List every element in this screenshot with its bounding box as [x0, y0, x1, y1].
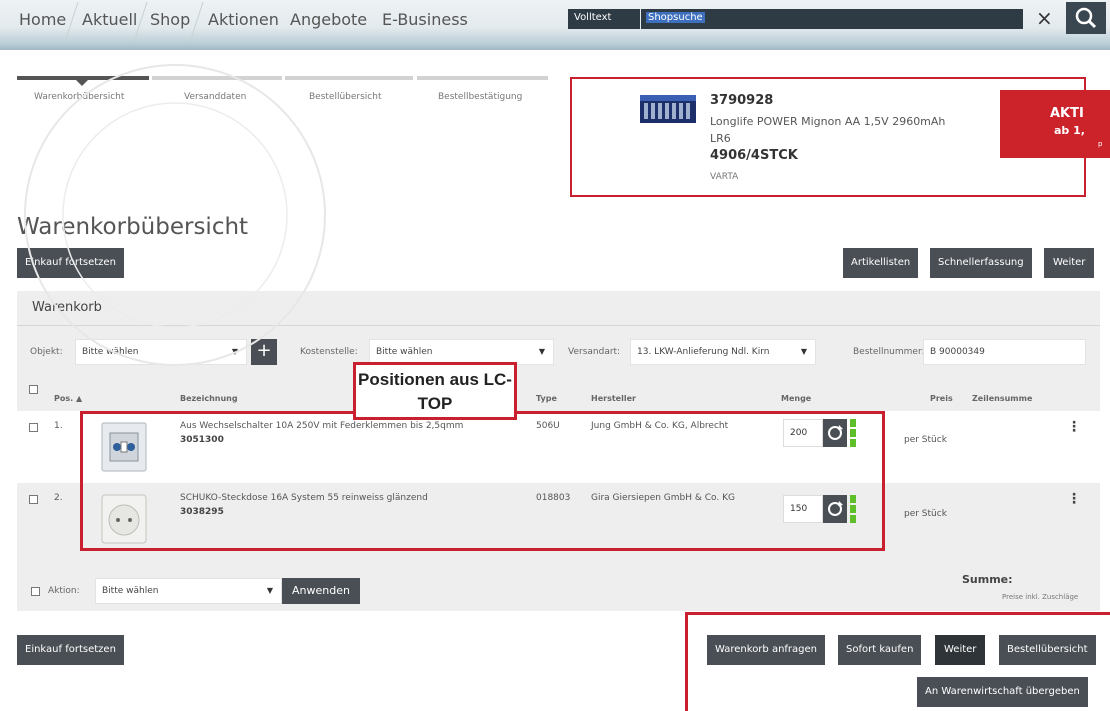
promo-article-number: 3790928: [710, 93, 774, 108]
next-button[interactable]: Weiter: [1044, 248, 1095, 278]
step-bar: [152, 76, 282, 80]
sum-note: Preise inkl. Zuschläge: [1002, 593, 1079, 601]
search-input-value: Shopsuche: [646, 12, 705, 23]
nav-item-home[interactable]: Home: [19, 10, 66, 29]
chevron-down-icon: ▼: [538, 347, 545, 356]
action-label: Aktion:: [48, 586, 80, 596]
quick-entry-button[interactable]: Schnellerfassung: [930, 248, 1032, 278]
column-header-type[interactable]: Type: [536, 394, 557, 403]
search-mode-select[interactable]: Volltext: [568, 9, 640, 29]
row-pos: 1.: [54, 421, 63, 431]
action-select-value: Bitte wählen: [102, 586, 159, 596]
object-select-value: Bitte wählen: [82, 347, 139, 357]
article-lists-button[interactable]: Artikellisten: [843, 248, 919, 278]
annotation-callout: Positionen aus LC-TOP: [353, 362, 517, 420]
column-header-maker[interactable]: Hersteller: [591, 394, 636, 403]
annotation-highlight-rows: [80, 411, 885, 551]
search-button[interactable]: [1066, 2, 1106, 34]
step-indicator-caret: [76, 80, 88, 86]
close-icon[interactable]: ×: [1036, 6, 1053, 30]
column-header-price[interactable]: Preis: [930, 394, 953, 403]
nav-item-aktuell[interactable]: Aktuell: [82, 10, 137, 29]
step-warenkorbuebersicht[interactable]: Warenkorbübersicht: [34, 92, 124, 102]
row-checkbox[interactable]: [29, 495, 38, 504]
continue-shopping-button[interactable]: Einkauf fortsetzen: [17, 248, 124, 278]
row-checkbox[interactable]: [29, 423, 38, 432]
battery-pack-image: [640, 95, 696, 123]
row-unit: per Stück: [904, 509, 947, 519]
plus-icon: +: [256, 340, 272, 361]
order-number-value: B 90000349: [930, 347, 985, 357]
nav-item-shop[interactable]: Shop: [150, 10, 190, 29]
sum-label: Summe:: [962, 573, 1013, 586]
row-unit: per Stück: [904, 435, 947, 445]
cost-center-select-value: Bitte wählen: [376, 347, 433, 357]
order-number-input[interactable]: B 90000349: [923, 339, 1086, 365]
promo-code: 4906/4STCK: [710, 148, 798, 163]
nav-item-aktionen[interactable]: Aktionen: [208, 10, 279, 29]
search-input[interactable]: Shopsuche: [641, 9, 1023, 29]
annotation-highlight-buttons: [685, 612, 1110, 711]
action-checkbox[interactable]: [31, 587, 40, 596]
step-bestellbestaetigung[interactable]: Bestellbestätigung: [438, 92, 522, 102]
promo-brand: VARTA: [710, 172, 739, 182]
chevron-down-icon: ▼: [231, 347, 238, 356]
add-object-button[interactable]: +: [251, 339, 277, 365]
column-header-name[interactable]: Bezeichnung: [180, 394, 238, 403]
nav-item-e-business[interactable]: E-Business: [382, 10, 468, 29]
select-all-checkbox[interactable]: [29, 385, 38, 394]
order-number-label: Bestellnummer:: [853, 347, 925, 357]
nav-separator: [64, 2, 79, 42]
row-pos: 2.: [54, 493, 63, 503]
step-bar: [285, 76, 413, 80]
promo-badge-sub: ab 1,: [1054, 124, 1085, 137]
chevron-down-icon: ▼: [800, 347, 807, 356]
step-bestelluebersicht[interactable]: Bestellübersicht: [309, 92, 382, 102]
column-header-line-sum[interactable]: Zeilensumme: [972, 394, 1032, 403]
promo-badge[interactable]: AKTI ab 1, p: [1000, 90, 1110, 158]
step-bar: [417, 76, 548, 80]
page-title: Warenkorbübersicht: [17, 214, 249, 240]
more-options-icon[interactable]: ⋮: [1067, 491, 1081, 507]
nav-separator: [189, 2, 204, 42]
promo-badge-note: p: [1098, 140, 1103, 148]
apply-button[interactable]: Anwenden: [282, 578, 360, 604]
cost-center-label: Kostenstelle:: [300, 347, 358, 357]
search-icon: [1075, 7, 1097, 29]
continue-shopping-button-bottom[interactable]: Einkauf fortsetzen: [17, 635, 124, 665]
nav-item-angebote[interactable]: Angebote: [290, 10, 367, 29]
column-header-qty[interactable]: Menge: [781, 394, 811, 403]
shipping-label: Versandart:: [568, 347, 621, 357]
shipping-select[interactable]: 13. LKW-Anlieferung Ndl. Kirn ▼: [630, 339, 816, 365]
promo-badge-title: AKTI: [1050, 106, 1084, 121]
top-navigation: Home Aktuell Shop Aktionen Angebote E-Bu…: [0, 0, 1110, 50]
object-label: Objekt:: [30, 347, 63, 357]
divider: [17, 325, 1100, 326]
step-versanddaten[interactable]: Versanddaten: [184, 92, 246, 102]
cart-title: Warenkorb: [32, 300, 102, 315]
shipping-select-value: 13. LKW-Anlieferung Ndl. Kirn: [637, 347, 770, 357]
object-select[interactable]: Bitte wählen ▼: [75, 339, 247, 365]
more-options-icon[interactable]: ⋮: [1067, 419, 1081, 435]
action-select[interactable]: Bitte wählen ▼: [95, 578, 282, 604]
chevron-down-icon: ▼: [266, 586, 273, 595]
promo-description: Longlife POWER Mignon AA 1,5V 2960mAh LR…: [710, 115, 946, 145]
column-header-pos[interactable]: Pos. ▲: [54, 394, 82, 403]
